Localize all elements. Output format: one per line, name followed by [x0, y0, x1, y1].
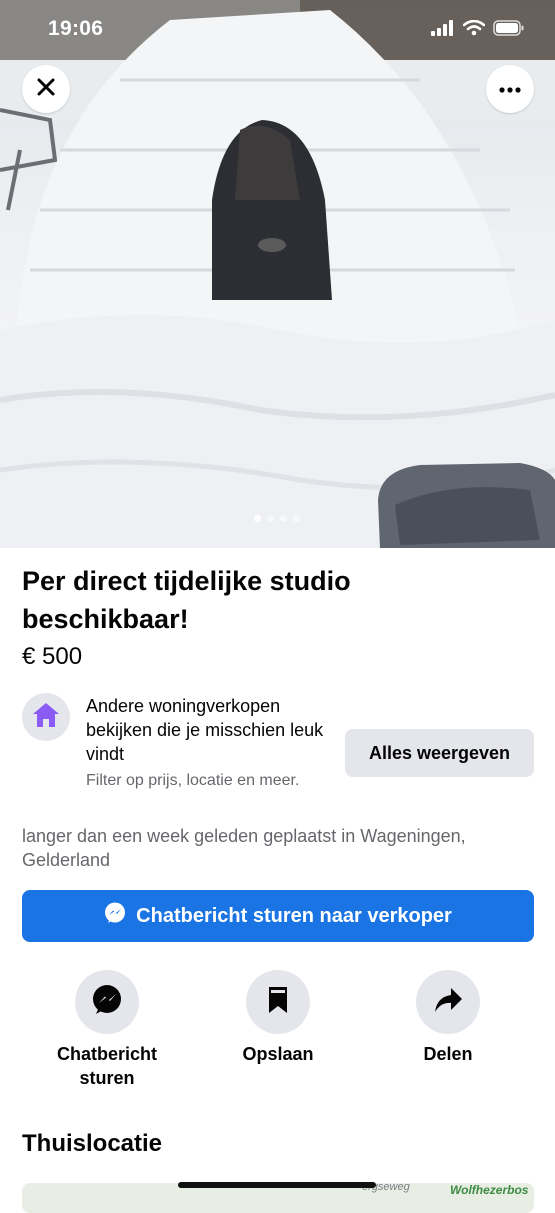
- promo-text: Andere woningverkopen bekijken die je mi…: [86, 694, 336, 791]
- status-time: 19:06: [48, 17, 104, 40]
- posted-info: langer dan een week geleden geplaatst in…: [22, 826, 466, 870]
- pager-dot: [267, 515, 274, 522]
- pager-dot: [254, 515, 261, 522]
- house-icon-badge: [22, 693, 70, 741]
- see-all-button[interactable]: Alles weergeven: [345, 729, 534, 777]
- home-indicator[interactable]: [178, 1182, 376, 1188]
- action-message-circle[interactable]: [75, 970, 139, 1034]
- action-save[interactable]: Opslaan: [208, 970, 348, 1066]
- pager-dot: [280, 515, 287, 522]
- listing-photo[interactable]: [0, 0, 555, 548]
- map-place-label: Wolfhezerbos: [450, 1183, 529, 1197]
- action-save-label: Opslaan: [242, 1044, 314, 1064]
- status-bar: 19:06: [0, 0, 555, 60]
- more-icon: [499, 80, 521, 98]
- messenger-icon: [104, 902, 126, 930]
- house-icon: [32, 702, 60, 733]
- action-share[interactable]: Delen: [378, 970, 518, 1066]
- bookmark-icon: [267, 986, 289, 1019]
- pager-dot: [293, 515, 300, 522]
- action-share-circle[interactable]: [416, 970, 480, 1034]
- listing-title: Per direct tijdelijke studio beschikbaar…: [22, 566, 351, 634]
- more-options-button[interactable]: [486, 65, 534, 113]
- igloo-image: [0, 0, 555, 548]
- action-share-label: Delen: [423, 1044, 473, 1064]
- close-icon: [36, 77, 56, 102]
- listing-price: € 500: [22, 643, 83, 670]
- battery-icon: [493, 20, 525, 41]
- promo-title: Andere woningverkopen bekijken die je mi…: [86, 696, 324, 764]
- cellular-signal-icon: [431, 20, 455, 41]
- message-seller-button[interactable]: Chatbericht sturen naar verkoper: [22, 890, 534, 942]
- action-message-label: Chatbericht sturen: [56, 1044, 157, 1088]
- wifi-icon: [462, 19, 486, 41]
- messenger-icon: [91, 984, 123, 1021]
- location-title: Thuislocatie: [22, 1130, 163, 1157]
- promo-subtitle: Filter op prijs, locatie en meer.: [86, 772, 300, 789]
- action-save-circle[interactable]: [246, 970, 310, 1034]
- message-seller-label: Chatbericht sturen naar verkoper: [136, 904, 452, 927]
- action-message[interactable]: Chatbericht sturen: [37, 970, 177, 1090]
- share-icon: [433, 987, 463, 1018]
- close-button[interactable]: [22, 65, 70, 113]
- photo-pager[interactable]: [254, 515, 300, 522]
